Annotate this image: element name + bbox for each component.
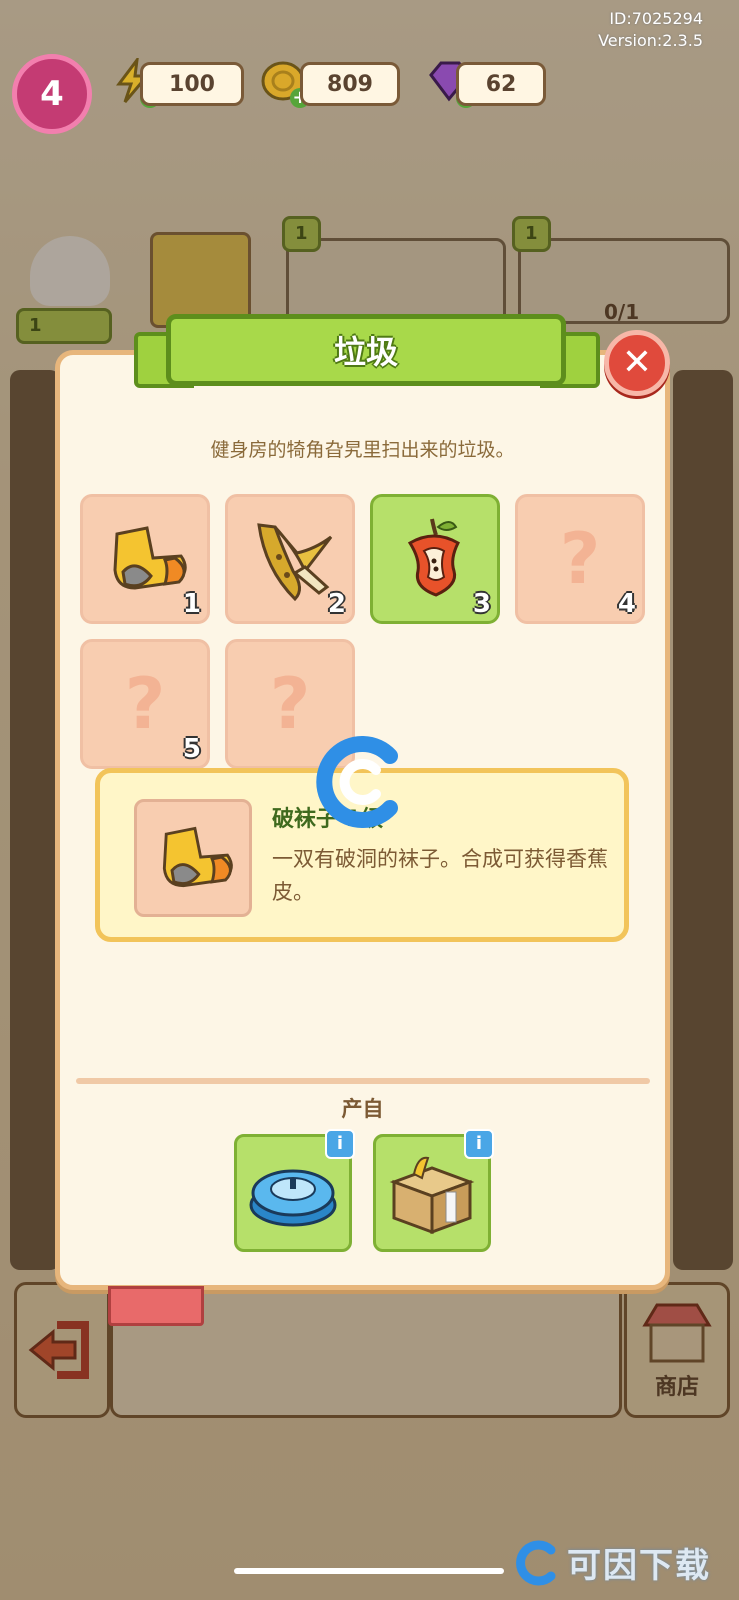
close-icon: ✕ <box>621 342 653 383</box>
selected-item-thumbnail <box>134 799 252 917</box>
gem-counter: 62 <box>456 62 546 106</box>
slot-number: 2 <box>327 589 346 619</box>
slot-number: 5 <box>182 734 201 764</box>
sock-icon <box>162 826 233 888</box>
watermark-logo-icon <box>516 1540 556 1585</box>
watermark: 可因下载 <box>515 1538 711 1587</box>
cardboard-box-icon <box>389 1156 475 1235</box>
source-cardboard-box[interactable]: i <box>373 1129 494 1252</box>
item-slot-2[interactable]: 2 <box>225 494 355 624</box>
source-robot-vacuum[interactable]: i <box>234 1129 355 1252</box>
item-slot-1[interactable]: 1 <box>80 494 210 624</box>
energy-counter: 100 <box>140 62 244 106</box>
dialog-description: 健身房的犄角旮旯里扫出来的垃圾。 <box>210 439 515 461</box>
home-indicator[interactable] <box>234 1568 504 1574</box>
item-description: 一双有破洞的袜子。合成可获得香蕉皮。 <box>272 847 608 904</box>
info-icon[interactable]: i <box>325 1129 355 1159</box>
close-button[interactable]: ✕ <box>604 330 670 396</box>
robot-vacuum-icon <box>249 1169 337 1227</box>
item-slot-4-locked[interactable]: ? 4 <box>515 494 645 624</box>
slot-number: 3 <box>472 589 491 619</box>
item-slot-5-locked[interactable]: ? 5 <box>80 639 210 769</box>
source-label: 产自 <box>341 1097 384 1121</box>
item-slot-3[interactable]: 3 <box>370 494 500 624</box>
info-icon[interactable]: i <box>464 1129 494 1159</box>
player-id-info: ID:7025294 Version:2.3.5 <box>598 8 703 52</box>
slot-number: 1 <box>182 589 201 619</box>
loading-spinner-icon <box>316 736 398 828</box>
section-divider <box>76 1078 650 1084</box>
watermark-text: 可因下载 <box>567 1546 711 1586</box>
coin-counter: 809 <box>300 62 400 106</box>
level-badge[interactable]: 4 <box>12 54 92 134</box>
dialog-title: 垃圾 <box>166 314 566 386</box>
version-label: Version:2.3.5 <box>598 31 703 50</box>
player-id: ID:7025294 <box>609 9 703 28</box>
slot-number: 4 <box>617 589 636 619</box>
bookmark-ribbon <box>108 1286 204 1326</box>
